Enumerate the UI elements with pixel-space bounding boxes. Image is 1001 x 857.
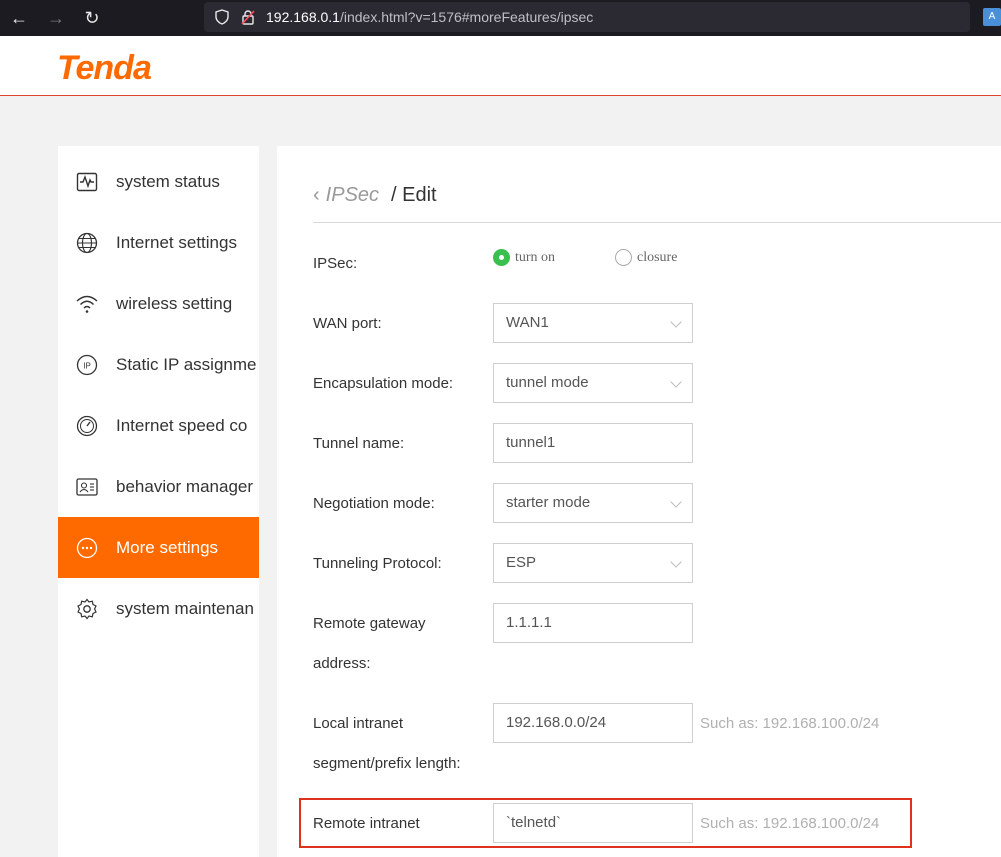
local-intranet-label-cont: segment/prefix length: [313,755,461,772]
sidebar-item-behavior-management[interactable]: behavior manager [58,456,259,517]
radio-label: turn on [515,249,556,265]
input-value: tunnel1 [506,434,556,451]
sidebar-item-label: wireless setting [116,293,233,313]
browser-toolbar: ← → ↻ 192.168.0.1/index.html?v=1576#more… [0,0,1001,36]
breadcrumb-current: / Edit [391,184,437,206]
back-arrow-icon[interactable]: ← [8,7,30,29]
wifi-icon [76,295,98,313]
url-text: 192.168.0.1/index.html?v=1576#moreFeatur… [266,9,594,25]
sidebar-item-internet-speed[interactable]: Internet speed co [58,395,259,456]
sidebar-item-label: behavior manager [116,476,254,496]
sidebar-item-system-status[interactable]: system status [58,151,259,212]
ipsec-label: IPSec: [313,255,358,272]
input-value: 1.1.1.1 [506,614,552,631]
shield-icon [215,9,229,25]
radio-label: closure [637,249,678,265]
chevron-down-icon [670,376,682,388]
encapsulation-select[interactable]: tunnel mode [493,363,693,403]
select-value: tunnel mode [506,374,589,391]
sidebar-item-label: system status [116,171,220,191]
globe-icon [76,232,98,253]
divider [313,222,1001,223]
svg-text:IP: IP [83,361,91,370]
sidebar-item-system-maintenance[interactable]: system maintenan [58,578,259,639]
local-intranet-input[interactable]: 192.168.0.0/24 [493,703,693,743]
encapsulation-label: Encapsulation mode: [313,375,454,392]
sidebar-item-label: More settings [116,537,219,557]
sidebar-item-internet-settings[interactable]: Internet settings [58,212,259,273]
remote-gateway-input[interactable]: 1.1.1.1 [493,603,693,643]
select-value: WAN1 [506,314,549,331]
protocol-select[interactable]: ESP [493,543,693,583]
remote-gateway-label-cont: address: [313,655,371,672]
lock-insecure-icon [241,10,255,25]
chevron-down-icon [670,496,682,508]
address-bar[interactable]: 192.168.0.1/index.html?v=1576#moreFeatur… [204,2,970,32]
breadcrumb-back-link[interactable]: IPSec [326,184,379,206]
protocol-label: Tunneling Protocol: [313,555,442,572]
chevron-left-icon[interactable]: ‹ [313,184,320,206]
breadcrumb: ‹ IPSec / Edit [313,184,437,207]
sidebar-item-label: Internet speed co [116,415,248,435]
sidebar-item-label: system maintenan [116,598,254,618]
wan-port-select[interactable]: WAN1 [493,303,693,343]
speedometer-icon [76,415,98,436]
select-value: ESP [506,554,537,571]
tunnel-name-label: Tunnel name: [313,435,405,452]
wan-port-label: WAN port: [313,315,382,332]
sidebar: system status Internet settings wireless… [58,146,259,857]
sidebar-item-static-ip[interactable]: IP Static IP assignme [58,334,259,395]
pulse-monitor-icon [76,172,98,191]
highlight-box [299,798,912,848]
app-header: Tenda [0,36,1001,96]
forward-arrow-icon[interactable]: → [45,7,67,29]
sidebar-item-wireless-setting[interactable]: wireless setting [58,273,259,334]
sidebar-item-more-settings[interactable]: More settings [58,517,259,578]
ip-icon: IP [76,354,98,375]
negotiation-label: Negotiation mode: [313,495,435,512]
reload-icon[interactable]: ↻ [81,7,103,29]
ipsec-closure-radio[interactable]: closure [615,249,677,266]
sidebar-item-label: Static IP assignme [116,354,257,374]
tunnel-name-input[interactable]: tunnel1 [493,423,693,463]
local-intranet-hint: Such as: 192.168.100.0/24 [700,715,880,732]
chevron-down-icon [670,316,682,328]
ipsec-turn-on-radio[interactable]: turn on [493,249,555,266]
main-panel: ‹ IPSec / Edit IPSec: turn on closure WAN … [277,146,1001,857]
translate-icon[interactable]: A [983,8,1001,26]
id-card-icon [76,477,98,496]
input-value: 192.168.0.0/24 [506,714,607,731]
more-dots-icon [76,537,98,558]
select-value: starter mode [506,494,591,511]
radio-unchecked-icon [615,249,632,266]
radio-checked-icon [493,249,510,266]
local-intranet-label: Local intranet [313,715,404,732]
remote-gateway-label: Remote gateway [313,615,426,632]
sidebar-item-label: Internet settings [116,232,237,252]
gear-icon [77,598,97,619]
negotiation-select[interactable]: starter mode [493,483,693,523]
chevron-down-icon [670,556,682,568]
tenda-logo: Tenda [57,49,152,87]
